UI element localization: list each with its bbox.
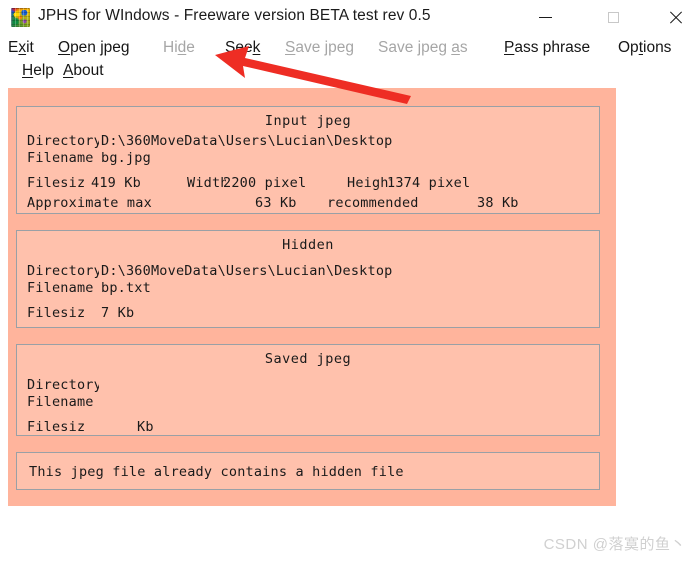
- menu-item-hide: Hide: [163, 39, 195, 56]
- window-title: JPHS for WIndows - Freeware version BETA…: [38, 7, 431, 24]
- input-recommended-label: recommended: [327, 195, 419, 211]
- close-icon: [668, 10, 683, 25]
- menu-bar: Exit Open jpeg Hide Seek Save jpeg Save …: [0, 33, 700, 85]
- hidden-filename-value[interactable]: bp.txt: [101, 280, 151, 296]
- menu-item-seek[interactable]: Seek: [225, 39, 260, 57]
- input-height-value: 1374 pixel: [387, 175, 471, 191]
- input-approx-max-label: Approximate max: [27, 195, 152, 211]
- input-height-label: Height: [347, 175, 391, 191]
- menu-item-help[interactable]: Help: [22, 62, 54, 80]
- menu-item-exit[interactable]: Exit: [8, 39, 34, 57]
- maximize-icon: [607, 11, 619, 23]
- input-filesize-value: 419 Kb: [91, 175, 141, 191]
- menu-item-save-jpeg: Save jpeg: [285, 39, 354, 56]
- input-width-label: Width: [187, 175, 226, 191]
- panel-input-jpeg: Input jpeg Directory D:\360MoveData\User…: [16, 106, 600, 214]
- input-filename-label: Filename: [27, 150, 94, 166]
- watermark: CSDN @落寞的鱼丶: [543, 536, 686, 553]
- menu-item-open-jpeg[interactable]: Open jpeg: [58, 39, 130, 57]
- hidden-directory-label: Directory: [27, 263, 99, 279]
- menu-item-options[interactable]: Options: [618, 39, 671, 57]
- panel-input-title: Input jpeg: [264, 113, 352, 129]
- saved-filesize-label: Filesize: [27, 419, 85, 435]
- minimize-button[interactable]: [522, 0, 568, 34]
- app-icon: [11, 8, 30, 27]
- saved-filename-label: Filename: [27, 394, 94, 410]
- input-recommended-value: 38 Kb: [477, 195, 519, 211]
- hidden-directory-value[interactable]: D:\360MoveData\Users\Lucian\Desktop: [101, 263, 392, 279]
- title-bar: JPHS for WIndows - Freeware version BETA…: [0, 0, 700, 34]
- panel-status: This jpeg file already contains a hidden…: [16, 452, 600, 490]
- hidden-filename-label: Filename: [27, 280, 94, 296]
- status-message: This jpeg file already contains a hidden…: [29, 464, 404, 480]
- menu-item-about[interactable]: About: [63, 62, 104, 80]
- input-approx-max-value: 63 Kb: [255, 195, 297, 211]
- input-filename-value[interactable]: bg.jpg: [101, 150, 151, 166]
- application-window: JPHS for WIndows - Freeware version BETA…: [0, 0, 700, 568]
- panel-saved-jpeg: Saved jpeg Directory Filename Filesize K…: [16, 344, 600, 436]
- hidden-filesize-value: 7 Kb: [101, 305, 135, 321]
- hidden-filesize-label: Filesize: [27, 305, 85, 321]
- menu-item-save-jpeg-as: Save jpeg as: [378, 39, 468, 56]
- minimize-icon: [538, 16, 552, 18]
- panel-hidden: Hidden Directory D:\360MoveData\Users\Lu…: [16, 230, 600, 328]
- input-filesize-label: Filesize: [27, 175, 85, 191]
- saved-filesize-value: Kb: [137, 419, 154, 435]
- maximize-button[interactable]: [590, 0, 636, 34]
- input-directory-label: Directory: [27, 133, 99, 149]
- input-directory-value[interactable]: D:\360MoveData\Users\Lucian\Desktop: [101, 133, 392, 149]
- menu-item-pass-phrase[interactable]: Pass phrase: [504, 39, 590, 57]
- panel-hidden-title: Hidden: [282, 237, 334, 253]
- saved-directory-label: Directory: [27, 377, 99, 393]
- client-area: Input jpeg Directory D:\360MoveData\User…: [8, 88, 616, 506]
- panel-saved-title: Saved jpeg: [264, 351, 352, 367]
- close-button[interactable]: [652, 0, 698, 34]
- input-width-value: 2200 pixel: [223, 175, 307, 191]
